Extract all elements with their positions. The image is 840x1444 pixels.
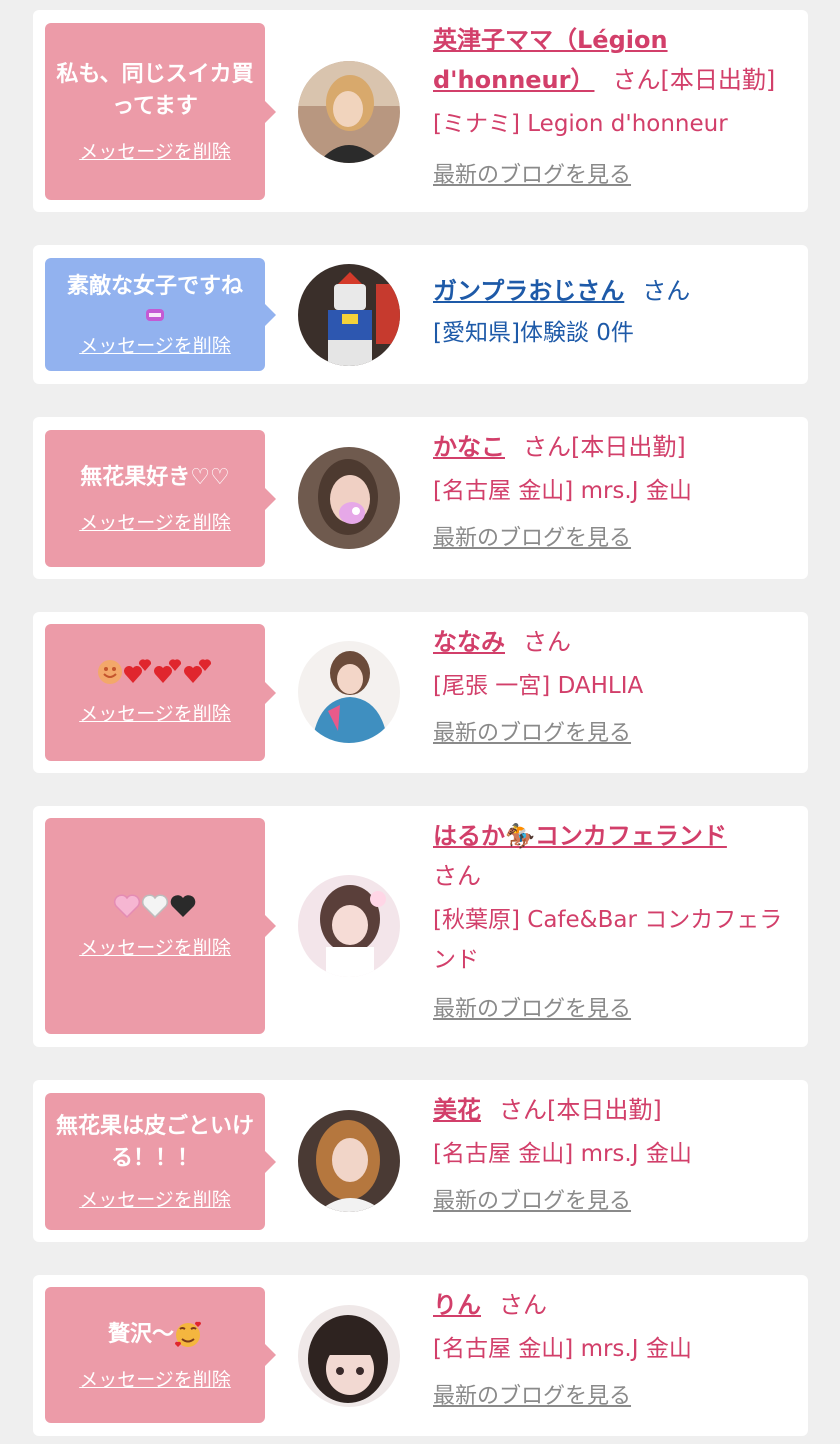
profile-info: 美花 さん[本日出勤] [名古屋 金山] mrs.J 金山 最新のブログを見る xyxy=(433,1090,793,1220)
avatar[interactable] xyxy=(298,61,400,163)
two-hearts-icon xyxy=(124,659,152,683)
message-bubble: 素敵な女子ですね メッセージを削除 xyxy=(45,258,276,371)
honorific: さん xyxy=(499,1291,547,1319)
name-line: ガンプラおじさん さん xyxy=(433,271,793,311)
latest-blog-link[interactable]: 最新のブログを見る xyxy=(433,521,631,557)
honorific: さん xyxy=(642,277,691,305)
shop-text: [尾張 一宮] DAHLIA xyxy=(433,673,644,699)
honorific: さん[本日出勤] xyxy=(612,66,776,94)
two-hearts-icon xyxy=(184,659,212,683)
smiling-hearts-face-icon xyxy=(174,1321,202,1347)
message-emoji-row xyxy=(97,659,213,685)
message-text: 無花果好き♡♡ xyxy=(80,465,230,490)
message-card: メッセージを削除 ななみ さん [尾張 一宮] DAHLIA 最新のブログを見る xyxy=(33,612,808,773)
honorific: さん[本日出勤] xyxy=(499,1096,662,1124)
message-text: 私も、同じスイカ買ってます xyxy=(56,62,254,119)
delete-message-link[interactable]: メッセージを削除 xyxy=(79,933,231,960)
name-line: りん さん xyxy=(433,1285,793,1325)
smile-face-icon xyxy=(98,660,122,684)
latest-blog-link[interactable]: 最新のブログを見る xyxy=(433,1184,631,1220)
name-line: 美花 さん[本日出勤] xyxy=(433,1090,793,1130)
avatar[interactable] xyxy=(298,264,400,366)
profile-info: 英津子ママ（Légion d'honneur） さん[本日出勤] [ミナミ] Le… xyxy=(433,20,793,194)
shop-text: [秋葉原] Cafe&Bar コンカフェランド xyxy=(433,907,783,973)
name-line: ななみ さん xyxy=(433,622,793,662)
shop-text: [名古屋 金山] mrs.J 金山 xyxy=(433,1141,692,1167)
message-emoji-row xyxy=(113,893,197,919)
message-text: 無花果は皮ごといける！！！ xyxy=(55,1114,254,1171)
delete-message-link[interactable]: メッセージを削除 xyxy=(79,1185,231,1212)
latest-blog-link[interactable]: 最新のブログを見る xyxy=(433,1379,631,1415)
profile-name-link[interactable]: はるか🏇コンカフェランド xyxy=(433,822,727,850)
profile-name-link[interactable]: ななみ xyxy=(433,628,505,656)
profile-info: かなこ さん[本日出勤] [名古屋 金山] mrs.J 金山 最新のブログを見る xyxy=(433,427,793,557)
delete-message-link[interactable]: メッセージを削除 xyxy=(79,137,231,164)
name-line: はるか🏇コンカフェランド さん xyxy=(433,816,793,896)
message-bubble: 無花果は皮ごといける！！！ メッセージを削除 xyxy=(45,1093,276,1230)
shop-text: [名古屋 金山] mrs.J 金山 xyxy=(433,1336,692,1362)
profile-name-link[interactable]: 美花 xyxy=(433,1096,481,1124)
message-card: 素敵な女子ですね メッセージを削除 ガンプラおじさん さん [愛知県]体験談 0件 xyxy=(33,245,808,384)
message-bubble: 贅沢〜 メッセージを削除 xyxy=(45,1287,276,1423)
message-text: 贅沢〜 xyxy=(107,1321,174,1347)
latest-blog-link[interactable]: 最新のブログを見る xyxy=(433,158,631,194)
grin-emoji-icon xyxy=(146,309,164,321)
message-card: メッセージを削除 はるか🏇コンカフェランド さん [秋葉原] Cafe&Bar コ… xyxy=(33,806,808,1047)
honorific: さん xyxy=(433,862,481,890)
avatar[interactable] xyxy=(298,875,400,977)
pink-heart-icon xyxy=(113,893,141,918)
name-line: 英津子ママ（Légion d'honneur） さん[本日出勤] xyxy=(433,20,793,100)
message-bubble: 私も、同じスイカ買ってます メッセージを削除 xyxy=(45,23,276,200)
black-heart-icon xyxy=(170,894,196,917)
shop-text: [ミナミ] Legion d'honneur xyxy=(433,111,728,137)
profile-name-link[interactable]: かなこ xyxy=(433,433,505,461)
message-bubble: 無花果好き♡♡ メッセージを削除 xyxy=(45,430,276,567)
message-card: 私も、同じスイカ買ってます メッセージを削除 英津子ママ（Légion d'ho… xyxy=(33,10,808,212)
profile-info: はるか🏇コンカフェランド さん [秋葉原] Cafe&Bar コンカフェランド 最… xyxy=(433,816,793,1028)
honorific: さん xyxy=(523,628,571,656)
latest-blog-link[interactable]: 最新のブログを見る xyxy=(433,992,631,1028)
profile-info: ななみ さん [尾張 一宮] DAHLIA 最新のブログを見る xyxy=(433,622,793,752)
message-card: 無花果は皮ごといける！！！ メッセージを削除 美花 さん[本日出勤] [名古屋 金… xyxy=(33,1080,808,1242)
message-card: 無花果好き♡♡ メッセージを削除 かなこ さん[本日出勤] [名古屋 金山] mr… xyxy=(33,417,808,579)
delete-message-link[interactable]: メッセージを削除 xyxy=(79,331,231,358)
delete-message-link[interactable]: メッセージを削除 xyxy=(79,508,231,535)
avatar[interactable] xyxy=(298,641,400,743)
profile-info: りん さん [名古屋 金山] mrs.J 金山 最新のブログを見る xyxy=(433,1285,793,1415)
delete-message-link[interactable]: メッセージを削除 xyxy=(79,699,231,726)
avatar[interactable] xyxy=(298,1305,400,1407)
profile-name-link[interactable]: りん xyxy=(433,1291,481,1319)
message-bubble: メッセージを削除 xyxy=(45,818,276,1034)
message-text: 素敵な女子ですね xyxy=(66,274,243,299)
message-bubble: メッセージを削除 xyxy=(45,624,276,761)
avatar[interactable] xyxy=(298,1110,400,1212)
profile-name-link[interactable]: ガンプラおじさん xyxy=(433,277,624,305)
avatar[interactable] xyxy=(298,447,400,549)
honorific: さん[本日出勤] xyxy=(523,433,686,461)
two-hearts-icon xyxy=(154,659,182,683)
name-line: かなこ さん[本日出勤] xyxy=(433,427,793,467)
delete-message-link[interactable]: メッセージを削除 xyxy=(79,1365,231,1392)
shop-text: [愛知県]体験談 0件 xyxy=(433,320,634,346)
profile-info: ガンプラおじさん さん [愛知県]体験談 0件 xyxy=(433,271,793,353)
shop-text: [名古屋 金山] mrs.J 金山 xyxy=(433,478,692,504)
white-heart-icon xyxy=(141,893,169,918)
message-row: 贅沢〜 xyxy=(108,1319,202,1351)
latest-blog-link[interactable]: 最新のブログを見る xyxy=(433,716,631,752)
message-card: 贅沢〜 メッセージを削除 りん さん [名古屋 金山] mrs.J 金山 最新の… xyxy=(33,1275,808,1436)
